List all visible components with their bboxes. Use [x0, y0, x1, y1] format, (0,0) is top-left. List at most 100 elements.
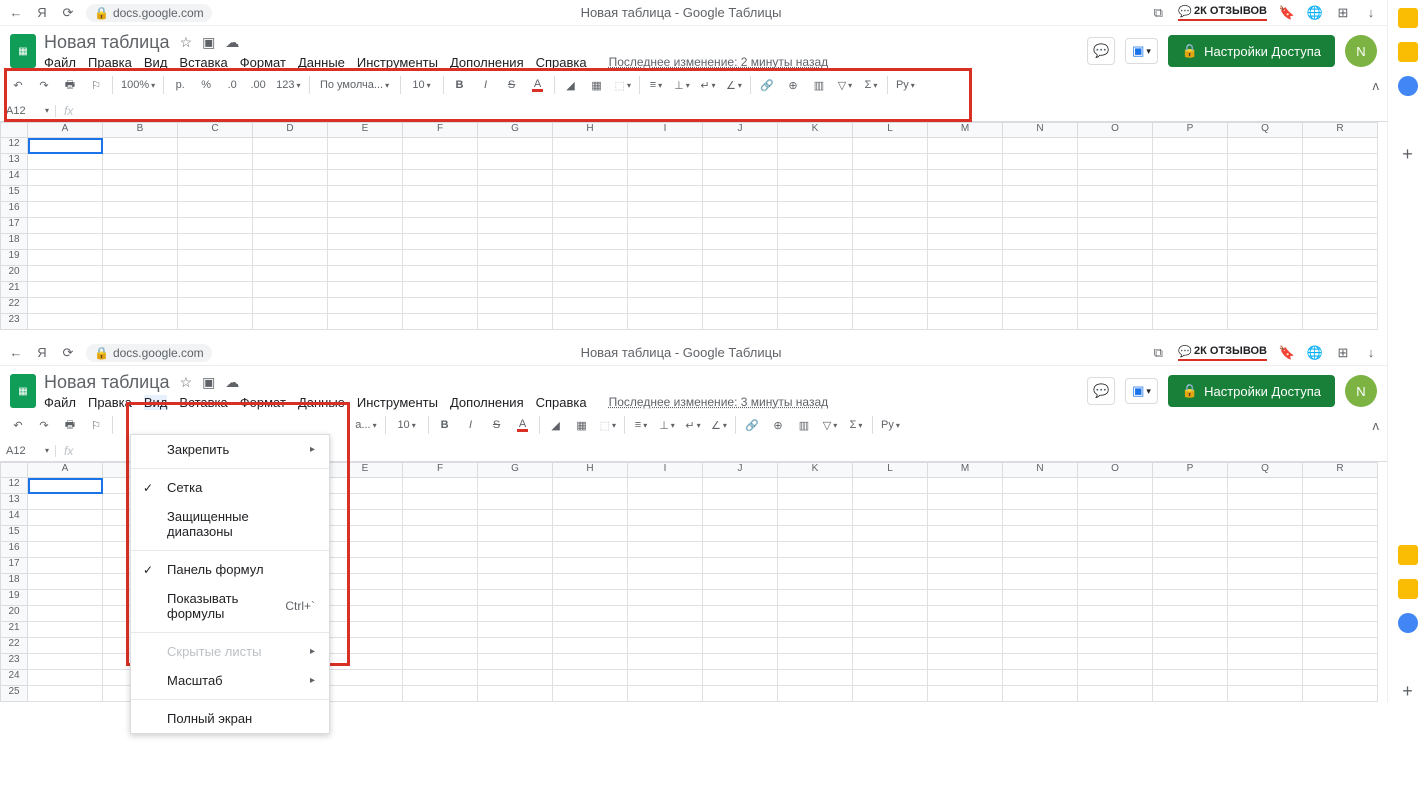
cell[interactable]	[928, 574, 1003, 590]
cell[interactable]	[928, 494, 1003, 510]
cell[interactable]	[1078, 298, 1153, 314]
cell[interactable]	[628, 218, 703, 234]
cell[interactable]	[1153, 606, 1228, 622]
reviews-badge[interactable]: 💬2К ОТЗЫВОВ	[1178, 5, 1267, 21]
cell[interactable]	[28, 590, 103, 606]
col-header[interactable]: L	[853, 122, 928, 138]
cell[interactable]	[403, 542, 478, 558]
calendar-icon[interactable]	[1398, 8, 1418, 28]
cell[interactable]	[328, 186, 403, 202]
collapse-icon[interactable]: ʌ	[1373, 78, 1380, 93]
cell[interactable]	[628, 202, 703, 218]
cell[interactable]	[1078, 542, 1153, 558]
cell[interactable]	[1003, 494, 1078, 510]
comments-button[interactable]: 💬	[1087, 377, 1115, 405]
sheets-logo-icon[interactable]: ▦	[10, 374, 36, 408]
col-header[interactable]: I	[628, 122, 703, 138]
cell[interactable]	[1228, 670, 1303, 686]
cell[interactable]	[628, 686, 703, 702]
collapse-icon[interactable]: ʌ	[1373, 418, 1380, 433]
col-header[interactable]: A	[28, 122, 103, 138]
cell[interactable]	[553, 494, 628, 510]
cell[interactable]	[853, 686, 928, 702]
cell[interactable]	[478, 606, 553, 622]
cell[interactable]	[403, 622, 478, 638]
cell[interactable]	[1228, 282, 1303, 298]
col-header[interactable]: H	[553, 122, 628, 138]
cell[interactable]	[1153, 298, 1228, 314]
cell[interactable]	[478, 218, 553, 234]
cell[interactable]	[928, 606, 1003, 622]
copy-icon[interactable]: ⧉	[1150, 345, 1166, 361]
cell[interactable]	[478, 510, 553, 526]
link-icon[interactable]: 🔗	[742, 414, 762, 436]
yandex-icon[interactable]: Я	[34, 5, 50, 21]
reload-icon[interactable]: ⟳	[60, 5, 76, 21]
cell[interactable]	[1078, 250, 1153, 266]
cell[interactable]	[553, 622, 628, 638]
cell[interactable]	[928, 298, 1003, 314]
cell[interactable]	[778, 686, 853, 702]
cell[interactable]	[328, 282, 403, 298]
cell[interactable]	[703, 478, 778, 494]
cell[interactable]	[28, 670, 103, 686]
cell[interactable]	[28, 558, 103, 574]
cell[interactable]	[928, 282, 1003, 298]
share-button[interactable]: 🔒Настройки Доступа	[1168, 375, 1335, 407]
cell[interactable]	[1078, 186, 1153, 202]
row-header[interactable]: 16	[0, 202, 28, 218]
back-icon[interactable]: ←	[8, 5, 24, 21]
present-button[interactable]: ▣▾	[1125, 38, 1158, 64]
cell[interactable]	[1003, 202, 1078, 218]
cell[interactable]	[1153, 138, 1228, 154]
cell[interactable]	[703, 202, 778, 218]
cell[interactable]	[628, 282, 703, 298]
cell[interactable]	[253, 266, 328, 282]
cell[interactable]	[553, 574, 628, 590]
cell[interactable]	[1153, 314, 1228, 330]
row-header[interactable]: 21	[0, 622, 28, 638]
cell[interactable]	[403, 266, 478, 282]
cell[interactable]	[328, 266, 403, 282]
row-header[interactable]: 20	[0, 266, 28, 282]
cell[interactable]	[778, 234, 853, 250]
cell[interactable]	[403, 686, 478, 702]
cell[interactable]	[478, 154, 553, 170]
menu-item-protected-ranges[interactable]: Защищенные диапазоны	[131, 502, 329, 546]
cell[interactable]	[403, 494, 478, 510]
cell[interactable]	[403, 590, 478, 606]
col-header[interactable]: N	[1003, 462, 1078, 478]
cell[interactable]	[253, 154, 328, 170]
calendar-icon[interactable]	[1398, 545, 1418, 565]
cell[interactable]	[1078, 606, 1153, 622]
cell[interactable]	[778, 670, 853, 686]
cell[interactable]	[628, 154, 703, 170]
cell[interactable]	[28, 638, 103, 654]
cell[interactable]	[253, 234, 328, 250]
cell[interactable]	[328, 154, 403, 170]
extension-icon[interactable]: ⊞	[1335, 345, 1351, 361]
cell[interactable]	[703, 154, 778, 170]
functions-icon[interactable]: Σ	[846, 414, 866, 436]
cell[interactable]	[778, 266, 853, 282]
row-header[interactable]: 17	[0, 218, 28, 234]
cell[interactable]	[778, 170, 853, 186]
cell[interactable]	[1303, 138, 1378, 154]
cell[interactable]	[478, 314, 553, 330]
cell[interactable]	[553, 590, 628, 606]
cell[interactable]	[703, 638, 778, 654]
cell[interactable]	[853, 266, 928, 282]
bold-button[interactable]: B	[435, 414, 455, 436]
cell[interactable]	[1153, 622, 1228, 638]
star-icon[interactable]: ☆	[180, 34, 193, 51]
cell[interactable]	[553, 542, 628, 558]
cell[interactable]	[778, 574, 853, 590]
cell[interactable]	[1003, 282, 1078, 298]
tasks-icon[interactable]	[1398, 76, 1418, 96]
row-header[interactable]: 12	[0, 138, 28, 154]
cell[interactable]	[1153, 590, 1228, 606]
cell[interactable]	[628, 654, 703, 670]
cell[interactable]	[928, 686, 1003, 702]
cell[interactable]	[1078, 234, 1153, 250]
cell[interactable]	[928, 186, 1003, 202]
